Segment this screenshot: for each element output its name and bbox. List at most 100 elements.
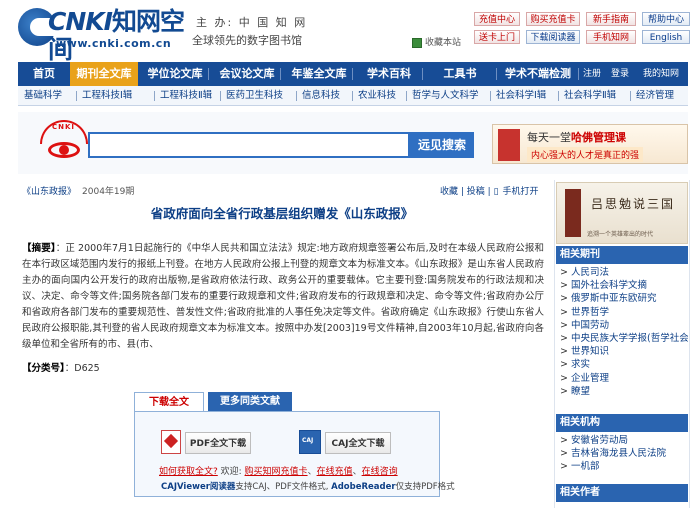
subject-medicine[interactable]: 医药卫生科技 [226, 86, 283, 106]
favorite-site-link[interactable]: 收藏本站 [412, 35, 461, 48]
how-to-get-link[interactable]: 如何获取全文? [159, 467, 218, 477]
abstract-label: 【摘要】 [22, 243, 56, 254]
related-journals-list: 人民司法 国外社会科学文摘 俄罗斯中亚东欧研究 世界哲学 中国劳动 中央民族大学… [556, 266, 688, 398]
favorite-link[interactable]: 收藏 [440, 187, 458, 197]
slogan-text: 全球领先的数字图书馆 [192, 34, 302, 47]
beginner-guide-button[interactable]: 新手指南 [586, 12, 636, 26]
reader-info-line: CAJViewer阅读器支持CAJ、PDF文件格式, AdobeReader仅支… [161, 482, 455, 492]
sponsor-text: 主 办: 中 国 知 网 [196, 16, 308, 29]
sidebar-ad-banner[interactable]: 吕思勉说三国 追溯一个英雄辈出的时代 [556, 182, 688, 244]
related-journal-item[interactable]: 世界哲学 [556, 306, 688, 319]
subject-separator [296, 91, 297, 101]
related-journal-item[interactable]: 企业管理 [556, 372, 688, 385]
sidebar-header-institutions: 相关机构 [556, 414, 688, 432]
subject-social-2[interactable]: 社会科学Ⅱ辑 [564, 86, 616, 106]
year-issue-link[interactable]: 2004年19期 [82, 187, 134, 197]
nav-encyclopedia[interactable]: 学术百科 [356, 62, 422, 86]
download-reader-button[interactable]: 下载阅读器 [526, 30, 580, 44]
caj-download-button[interactable]: CAJ全文下载 [325, 432, 391, 454]
classification-value: ：D625 [64, 363, 100, 374]
related-journal-item[interactable]: 求实 [556, 358, 688, 371]
breadcrumb: 《山东政报》 2004年19期 [22, 184, 134, 197]
card-delivery-button[interactable]: 送卡上门 [474, 30, 520, 44]
pdf-download-button[interactable]: PDF全文下载 [185, 432, 251, 454]
subject-info-tech[interactable]: 信息科技 [302, 86, 340, 106]
buy-card-link[interactable]: 购买知网充值卡 [245, 467, 308, 477]
submit-link[interactable]: 投稿 [467, 187, 485, 197]
subject-separator [352, 91, 353, 101]
subject-separator [490, 91, 491, 101]
subject-economics[interactable]: 经济管理 [636, 86, 674, 106]
online-recharge-link[interactable]: 在线充值 [317, 467, 353, 477]
buy-card-button[interactable]: 购买充值卡 [526, 12, 580, 26]
caj-icon [299, 430, 321, 454]
subject-social-1[interactable]: 社会科学Ⅰ辑 [496, 86, 546, 106]
subject-basic-science[interactable]: 基础科学 [24, 86, 62, 106]
tab-similar-docs[interactable]: 更多同类文献 [208, 392, 292, 412]
related-journal-item[interactable]: 国外社会科学文摘 [556, 279, 688, 292]
cajviewer-link[interactable]: CAJViewer阅读器 [161, 482, 235, 492]
book-cover-icon [565, 189, 581, 237]
pdf-icon [161, 430, 181, 454]
recharge-center-button[interactable]: 充值中心 [474, 12, 520, 26]
nav-reference-books[interactable]: 工具书 [424, 62, 496, 86]
phone-icon: ▯ [493, 187, 499, 197]
search-input[interactable] [88, 132, 410, 158]
nav-plagiarism-check[interactable]: 学术不端检测 [498, 62, 578, 86]
nav-conference-db[interactable]: 会议论文库 [212, 62, 282, 86]
subject-separator [76, 91, 77, 101]
abstract-block: 【摘要】：正 2000年7月1日起施行的《中华人民共和国立法法》规定:地方政府规… [22, 241, 544, 353]
subject-eng-2[interactable]: 工程科技Ⅱ辑 [160, 86, 212, 106]
nav-home[interactable]: 首页 [18, 62, 70, 86]
promo-banner[interactable]: 每天一堂哈佛管理课 内心强大的人才是真正的强 [492, 124, 688, 164]
subject-separator [558, 91, 559, 101]
search-area: CNKI 远见搜索 每天一堂哈佛管理课 内心强大的人才是真正的强 [18, 112, 688, 174]
subject-humanities[interactable]: 哲学与人文科学 [412, 86, 479, 106]
english-button[interactable]: English [642, 30, 690, 44]
mobile-cnki-button[interactable]: 手机知网 [586, 30, 636, 44]
cnki-search-icon: CNKI [40, 120, 88, 166]
related-institution-item[interactable]: 吉林省海龙县人民法院 [556, 447, 688, 460]
subject-nav: 基础科学 工程科技Ⅰ辑 工程科技Ⅱ辑 医药卫生科技 信息科技 农业科技 哲学与人… [18, 86, 688, 106]
cnki-logo[interactable]: CNKI知网空间 www.cnki.com.cn [18, 8, 188, 64]
register-link[interactable]: 注册 [580, 62, 604, 86]
nav-thesis-db[interactable]: 学位论文库 [140, 62, 210, 86]
sidebar-header-authors: 相关作者 [556, 484, 688, 502]
book-cover-icon [498, 129, 520, 161]
mobile-open-link[interactable]: 手机打开 [503, 187, 539, 197]
related-journal-item[interactable]: 人民司法 [556, 266, 688, 279]
nav-separator [578, 68, 579, 80]
classification-row: 【分类号】：D625 [22, 360, 100, 374]
related-institution-item[interactable]: 一机部 [556, 460, 688, 473]
related-journal-item[interactable]: 中央民族大学学报(哲学社会 [556, 332, 688, 345]
adobereader-link[interactable]: AdobeReader [331, 482, 395, 492]
subject-separator [406, 91, 407, 101]
related-journal-item[interactable]: 世界知识 [556, 345, 688, 358]
subject-eng-1[interactable]: 工程科技Ⅰ辑 [82, 86, 132, 106]
search-button[interactable]: 远见搜索 [410, 132, 474, 158]
subject-separator [220, 91, 221, 101]
nav-separator [496, 68, 497, 80]
classification-label: 【分类号】 [22, 363, 65, 374]
main-nav: 首页 期刊全文库 学位论文库 会议论文库 年鉴全文库 学术百科 工具书 学术不端… [18, 62, 688, 86]
related-journal-item[interactable]: 俄罗斯中亚东欧研究 [556, 292, 688, 305]
nav-journal-db[interactable]: 期刊全文库 [70, 62, 138, 86]
site-header: CNKI知网空间 www.cnki.com.cn 主 办: 中 国 知 网 全球… [0, 0, 700, 64]
help-center-button[interactable]: 帮助中心 [642, 12, 690, 26]
related-institutions-list: 安徽省劳动局 吉林省海龙县人民法院 一机部 [556, 434, 688, 474]
nav-yearbook-db[interactable]: 年鉴全文库 [284, 62, 354, 86]
article-title: 省政府面向全省行政基层组织赠发《山东政报》 [150, 206, 414, 221]
subject-agriculture[interactable]: 农业科技 [358, 86, 396, 106]
related-institution-item[interactable]: 安徽省劳动局 [556, 434, 688, 447]
journal-link[interactable]: 《山东政报》 [22, 187, 76, 197]
online-consult-link[interactable]: 在线咨询 [362, 467, 398, 477]
related-journal-item[interactable]: 瞭望 [556, 385, 688, 398]
logo-url: www.cnki.com.cn [56, 37, 172, 50]
download-help-line: 如何获取全文? 欢迎: 购买知网充值卡、在线充值、在线咨询 [159, 467, 398, 477]
my-cnki-link[interactable]: 我的知网 [638, 62, 684, 86]
login-link[interactable]: 登录 [608, 62, 632, 86]
related-journal-item[interactable]: 中国劳动 [556, 319, 688, 332]
nav-separator [422, 68, 423, 80]
subject-separator [154, 91, 155, 101]
tab-download-fulltext[interactable]: 下载全文 [134, 392, 204, 412]
